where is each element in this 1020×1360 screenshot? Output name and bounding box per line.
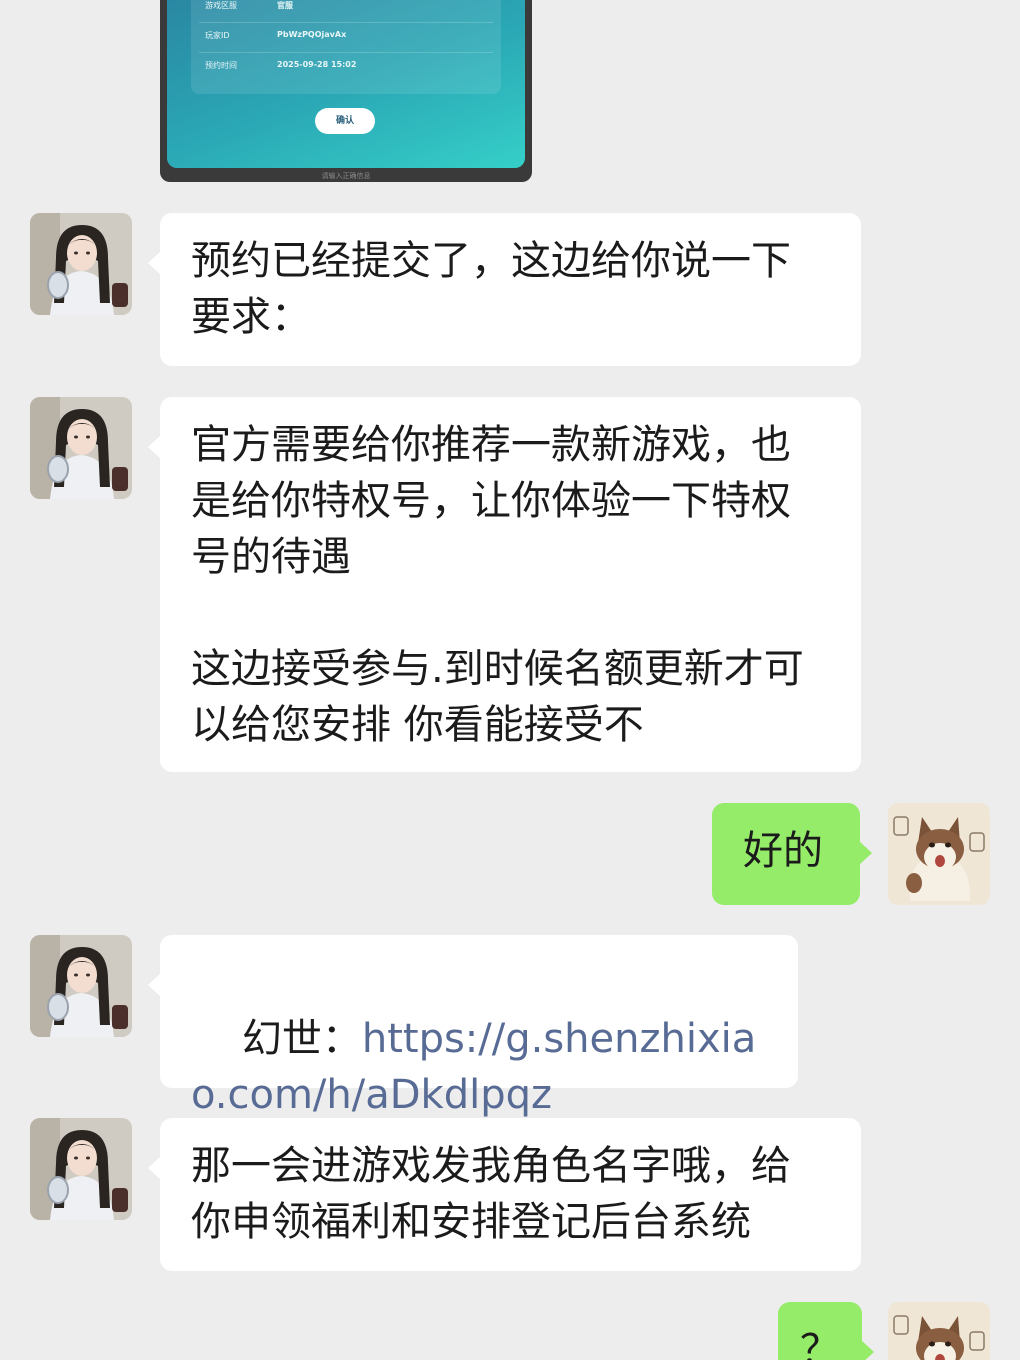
contact-avatar[interactable] [30, 397, 132, 499]
message-bubble-outgoing[interactable]: ？ [778, 1302, 874, 1360]
info-key: 预约时间 [205, 61, 237, 70]
girl-photo-avatar-icon [30, 1118, 132, 1220]
info-key: 玩家ID [205, 31, 230, 40]
divider [199, 22, 493, 23]
cat-illustration-avatar-icon [888, 1302, 990, 1360]
shared-image-screen: 游戏区服 官服 玩家ID PbWzPQOjavAx 预约时间 2025-09-2… [167, 0, 525, 168]
info-row-booking-time: 预约时间 2025-09-28 15:02 [205, 60, 491, 78]
contact-avatar[interactable] [30, 935, 132, 1037]
chat-window: 游戏区服 官服 玩家ID PbWzPQOjavAx 预约时间 2025-09-2… [0, 0, 1020, 1360]
info-row-player-id: 玩家ID PbWzPQOjavAx [205, 30, 491, 48]
image-caption: 请输入正确信息 [321, 172, 371, 180]
shared-image-message[interactable]: 游戏区服 官服 玩家ID PbWzPQOjavAx 预约时间 2025-09-2… [160, 0, 532, 182]
booking-info-panel: 游戏区服 官服 玩家ID PbWzPQOjavAx 预约时间 2025-09-2… [191, 0, 501, 94]
info-row-server: 游戏区服 官服 [205, 0, 491, 18]
girl-photo-avatar-icon [30, 935, 132, 1037]
info-value: 官服 [277, 1, 293, 10]
contact-avatar[interactable] [30, 1118, 132, 1220]
divider [199, 52, 493, 53]
info-value: 2025-09-28 15:02 [277, 60, 357, 69]
link-prefix: 幻世： [241, 1016, 362, 1062]
confirm-button: 确认 [315, 108, 375, 134]
info-key: 游戏区服 [205, 1, 237, 10]
info-value: PbWzPQOjavAx [277, 30, 347, 39]
cat-illustration-avatar-icon [888, 803, 990, 905]
message-bubble-incoming[interactable]: 官方需要给你推荐一款新游戏，也是给你特权号，让你体验一下特权号的待遇 这边接受参… [148, 397, 861, 772]
message-bubble-incoming[interactable]: 预约已经提交了，这边给你说一下要求： [148, 213, 861, 366]
girl-photo-avatar-icon [30, 397, 132, 499]
message-bubble-incoming[interactable]: 那一会进游戏发我角色名字哦，给你申领福利和安排登记后台系统 [148, 1118, 861, 1271]
girl-photo-avatar-icon [30, 213, 132, 315]
contact-avatar[interactable] [30, 213, 132, 315]
message-bubble-incoming: 幻世：https://g.shenzhixiao.com/h/aDkdlpqz [148, 935, 798, 1118]
message-bubble-outgoing[interactable]: 好的 [712, 803, 872, 905]
self-avatar[interactable] [888, 803, 990, 905]
self-avatar[interactable] [888, 1302, 990, 1360]
